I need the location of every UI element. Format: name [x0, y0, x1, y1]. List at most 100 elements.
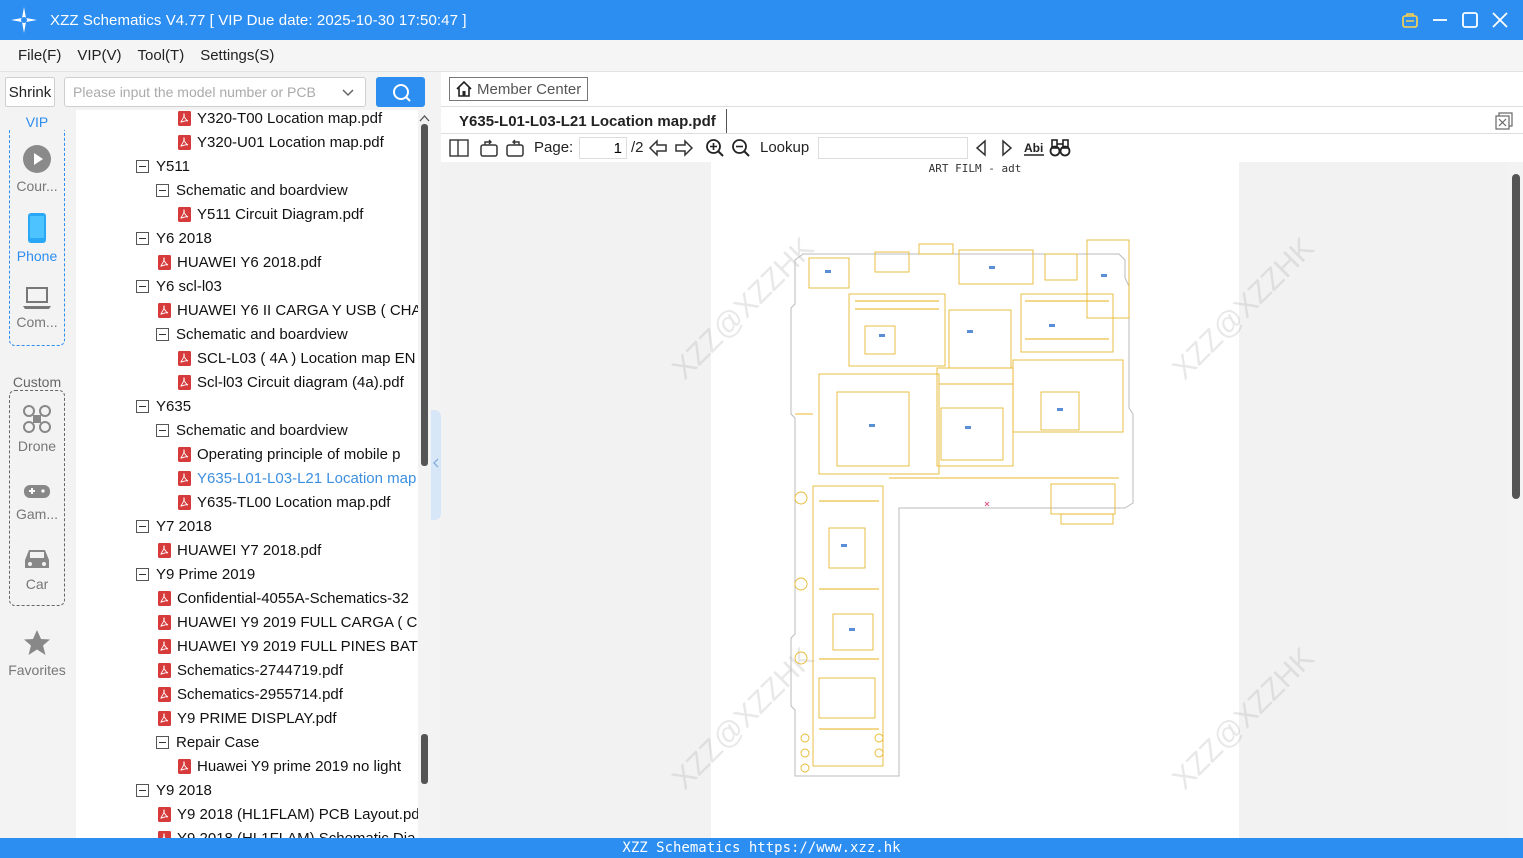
tree-file[interactable]: Y320-U01 Location map.pdf: [178, 130, 384, 154]
category-phone[interactable]: Phone: [0, 212, 74, 264]
menu-tool[interactable]: Tool(T): [138, 47, 185, 64]
panel-splitter[interactable]: [431, 410, 441, 520]
tree-file[interactable]: Y9 2018 (HL1FLAM) Schematic Dia: [158, 826, 415, 838]
tree-item-label: SCL-L03 ( 4A ) Location map EN: [197, 349, 416, 367]
collapse-toggle-icon[interactable]: [136, 279, 149, 293]
tree-file[interactable]: HUAWEI Y9 2019 FULL PINES BATE: [158, 634, 418, 658]
maximize-button[interactable]: [1459, 9, 1481, 31]
menu-vip[interactable]: VIP(V): [77, 47, 121, 64]
tree-scroll-thumb-secondary[interactable]: [421, 734, 428, 784]
document-area[interactable]: ART FILM - adt XZZ@XZZHK XZZ@XZZHK XZZ@X…: [441, 162, 1509, 838]
chevron-left-icon[interactable]: [432, 458, 440, 468]
category-favorites[interactable]: Favorites: [0, 628, 74, 678]
close-tab-icon[interactable]: [1495, 112, 1513, 130]
tree-file[interactable]: Y320-T00 Location map.pdf: [178, 110, 382, 130]
tree-file[interactable]: Y9 PRIME DISPLAY.pdf: [158, 706, 337, 730]
prev-page-icon[interactable]: [648, 138, 668, 158]
tree-file[interactable]: Y635-L01-L03-L21 Location map: [178, 466, 416, 490]
tree-file[interactable]: Schematics-2744719.pdf: [158, 658, 343, 682]
shrink-button[interactable]: Shrink: [5, 77, 55, 107]
collapse-toggle-icon[interactable]: [156, 327, 169, 341]
watermark: XZZ@XZZHK: [1166, 231, 1321, 386]
tree-folder[interactable]: Y511: [136, 154, 190, 178]
zoom-in-icon[interactable]: [705, 138, 725, 158]
tab-active-document[interactable]: Y635-L01-L03-L21 Location map.pdf: [449, 109, 727, 133]
tree-file[interactable]: Y9 2018 (HL1FLAM) PCB Layout.pd: [158, 802, 418, 826]
chevron-down-icon[interactable]: [341, 86, 355, 100]
tree-folder[interactable]: Y6 scl-l03: [136, 274, 222, 298]
zoom-out-icon[interactable]: [731, 138, 751, 158]
tree-folder[interactable]: Schematic and boardview: [156, 178, 348, 202]
search-combobox[interactable]: [64, 77, 366, 107]
minimize-button[interactable]: [1429, 9, 1451, 31]
rotate-right-icon[interactable]: [505, 138, 525, 158]
find-previous-icon[interactable]: [973, 138, 989, 158]
tree-folder[interactable]: Repair Case: [156, 730, 259, 754]
menu-settings[interactable]: Settings(S): [200, 47, 274, 64]
tree-file[interactable]: HUAWEI Y6 II CARGA Y USB ( CHAI: [158, 298, 418, 322]
tree-scrollbar[interactable]: [418, 110, 431, 838]
status-bar: XZZ Schematics https://www.xzz.hk: [0, 838, 1523, 858]
lookup-input[interactable]: [818, 137, 968, 159]
binoculars-icon[interactable]: [1049, 138, 1071, 158]
sidebar-toggle-icon[interactable]: [449, 138, 469, 158]
find-next-icon[interactable]: [999, 138, 1015, 158]
tree-folder[interactable]: Y7 2018: [136, 514, 212, 538]
tree-file[interactable]: Y511 Circuit Diagram.pdf: [178, 202, 363, 226]
bag-icon[interactable]: [1399, 9, 1421, 31]
model-tree[interactable]: Y320-T00 Location map.pdf Y320-U01 Locati…: [76, 110, 418, 838]
category-game[interactable]: Gam...: [0, 480, 74, 522]
page-number-input[interactable]: [579, 137, 627, 159]
collapse-toggle-icon[interactable]: [136, 231, 149, 245]
tree-file[interactable]: Confidential-4055A-Schematics-32: [158, 586, 409, 610]
document-scrollbar[interactable]: [1509, 162, 1523, 838]
tree-file[interactable]: Huawei Y9 prime 2019 no light: [178, 754, 401, 778]
menu-file[interactable]: File(F): [18, 47, 61, 64]
pcb-location-map[interactable]: [789, 238, 1163, 780]
search-input[interactable]: [73, 84, 333, 100]
tree-file[interactable]: HUAWEI Y6 2018.pdf: [158, 250, 321, 274]
collapse-toggle-icon[interactable]: [136, 159, 149, 173]
category-courses[interactable]: Cour...: [0, 144, 74, 194]
collapse-toggle-icon[interactable]: [136, 567, 149, 581]
tree-file[interactable]: HUAWEI Y7 2018.pdf: [158, 538, 321, 562]
scroll-up-icon[interactable]: [419, 114, 430, 122]
collapse-toggle-icon[interactable]: [156, 735, 169, 749]
category-drone[interactable]: Drone: [0, 404, 74, 454]
tree-folder[interactable]: Schematic and boardview: [156, 418, 348, 442]
collapse-toggle-icon[interactable]: [136, 783, 149, 797]
tree-folder[interactable]: Y9 Prime 2019: [136, 562, 255, 586]
tree-folder[interactable]: Y635: [136, 394, 191, 418]
collapse-toggle-icon[interactable]: [156, 423, 169, 437]
document-tabs: Y635-L01-L03-L21 Location map.pdf: [441, 106, 1523, 134]
tree-folder[interactable]: Y6 2018: [136, 226, 212, 250]
tree-file[interactable]: SCL-L03 ( 4A ) Location map EN: [178, 346, 415, 370]
home-icon: [456, 80, 472, 97]
tree-item-label: HUAWEI Y7 2018.pdf: [177, 541, 322, 559]
pcb-chip: [818, 677, 876, 719]
close-button[interactable]: [1489, 9, 1511, 31]
pdf-file-icon: [178, 470, 191, 486]
tree-file[interactable]: Schematics-2955714.pdf: [158, 682, 343, 706]
tree-file[interactable]: Operating principle of mobile p: [178, 442, 400, 466]
next-page-icon[interactable]: [674, 138, 694, 158]
tree-folder[interactable]: Schematic and boardview: [156, 322, 348, 346]
member-center-button[interactable]: Member Center: [449, 77, 588, 101]
category-car[interactable]: Car: [0, 546, 74, 592]
tree-item-label: Y320-T00 Location map.pdf: [197, 110, 383, 127]
tree-file[interactable]: Scl-l03 Circuit diagram (4a).pdf: [178, 370, 404, 394]
pcb-connector: [1086, 239, 1130, 319]
collapse-toggle-icon[interactable]: [156, 183, 169, 197]
collapse-toggle-icon[interactable]: [136, 519, 149, 533]
tree-folder[interactable]: Y9 2018: [136, 778, 212, 802]
tree-scroll-thumb[interactable]: [421, 124, 428, 466]
search-button[interactable]: [376, 77, 425, 107]
rotate-left-icon[interactable]: [479, 138, 499, 158]
tree-item-label: Confidential-4055A-Schematics-32: [177, 589, 409, 607]
category-computer[interactable]: Com...: [0, 286, 74, 330]
collapse-toggle-icon[interactable]: [136, 399, 149, 413]
tree-file[interactable]: HUAWEI Y9 2019 FULL CARGA ( CH: [158, 610, 418, 634]
match-case-icon[interactable]: Abi: [1023, 138, 1045, 158]
document-scroll-thumb[interactable]: [1512, 174, 1520, 499]
tree-file[interactable]: Y635-TL00 Location map.pdf: [178, 490, 390, 514]
